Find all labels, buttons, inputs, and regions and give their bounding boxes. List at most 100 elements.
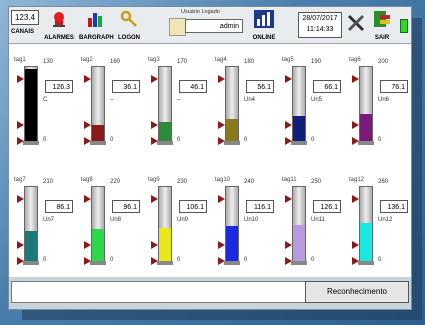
gauge-name: tag7 xyxy=(14,177,26,183)
gauge-tag11: tag11 250 0 126.1 Un11 xyxy=(280,177,344,287)
gauge-tube xyxy=(158,66,172,143)
tools-button[interactable] xyxy=(344,9,368,41)
gauge-max-label: 170 xyxy=(177,59,188,65)
gauge-bulb xyxy=(358,261,374,265)
alarm-limit-marker-icon xyxy=(84,121,91,129)
gauge-min-label: 0 xyxy=(110,137,114,143)
gauge-max-label: 130 xyxy=(43,59,54,65)
gauge-bulb xyxy=(291,141,307,145)
gauge-value-field[interactable]: 56.1 xyxy=(246,80,274,93)
alarm-limit-marker-icon xyxy=(151,121,158,129)
status-indicator-icon xyxy=(400,19,408,33)
gauge-name: tag6 xyxy=(349,57,361,63)
gauge-value-field[interactable]: 126.3 xyxy=(45,80,73,93)
gauge-tube xyxy=(292,66,306,143)
logon-label: LOGON xyxy=(118,35,140,41)
gauge-tube xyxy=(292,186,306,263)
gauge-name: tag10 xyxy=(215,177,231,183)
gauge-unit-label: C xyxy=(43,97,48,103)
date-label: 28/07/2017 xyxy=(302,15,338,22)
alarm-limit-marker-icon xyxy=(84,257,91,265)
alarm-limit-marker-icon xyxy=(352,75,359,83)
channel-counter: 123.4 xyxy=(11,10,39,25)
gauge-bulb xyxy=(23,261,39,265)
online-button[interactable]: ONLINE xyxy=(249,9,279,41)
gauge-unit-label: Un8 xyxy=(110,217,122,223)
gauge-min-label: 0 xyxy=(378,137,382,143)
gauge-tag8: tag8 220 0 96.1 Un8 xyxy=(79,177,143,287)
online-chart-icon xyxy=(254,10,274,28)
gauge-value-field[interactable]: 116.1 xyxy=(246,200,274,213)
gauge-bulb xyxy=(157,141,173,145)
alarm-limit-marker-icon xyxy=(84,137,91,145)
gauge-name: tag9 xyxy=(148,177,160,183)
alarm-limit-marker-icon xyxy=(218,195,225,203)
online-label: ONLINE xyxy=(252,35,276,41)
gauge-tube xyxy=(359,186,373,263)
gauge-level-fill xyxy=(25,69,37,142)
alarm-limit-marker-icon xyxy=(17,121,24,129)
gauge-value-field[interactable]: 96.1 xyxy=(112,200,140,213)
gauge-min-label: 0 xyxy=(244,137,248,143)
gauge-tag7: tag7 210 0 86.1 Un7 xyxy=(12,177,76,287)
gauge-unit-label: Un9 xyxy=(177,217,189,223)
alarm-limit-marker-icon xyxy=(352,137,359,145)
gauge-tube xyxy=(158,186,172,263)
gauge-bulb xyxy=(224,141,240,145)
gauge-min-label: 0 xyxy=(177,257,181,263)
gauge-level-fill xyxy=(25,231,37,262)
gauge-name: tag12 xyxy=(349,177,365,183)
alarmes-button[interactable]: ALARMES xyxy=(42,9,76,41)
exit-icon xyxy=(374,11,390,27)
gauge-unit-label: Un12 xyxy=(378,217,393,223)
gauge-name: tag2 xyxy=(81,57,93,63)
gauge-min-label: 0 xyxy=(378,257,382,263)
gauge-level-fill xyxy=(360,113,372,142)
status-message-field xyxy=(11,281,307,303)
sair-button[interactable]: SAIR xyxy=(369,9,395,41)
gauge-level-fill xyxy=(293,224,305,262)
gauge-value-field[interactable]: 106.1 xyxy=(179,200,207,213)
gauge-tube xyxy=(24,66,38,143)
gauge-bulb xyxy=(358,141,374,145)
key-icon xyxy=(120,10,137,27)
tools-icon xyxy=(347,14,365,32)
alarm-limit-marker-icon xyxy=(218,75,225,83)
gauge-min-label: 0 xyxy=(43,257,47,263)
gauge-value-field[interactable]: 36.1 xyxy=(112,80,140,93)
gauge-unit-label: Un10 xyxy=(244,217,259,223)
gauge-min-label: 0 xyxy=(43,137,47,143)
alarm-limit-marker-icon xyxy=(285,241,292,249)
alarm-limit-marker-icon xyxy=(84,241,91,249)
gauge-value-field[interactable]: 76.1 xyxy=(380,80,408,93)
gauge-level-fill xyxy=(293,115,305,142)
alarm-limit-marker-icon xyxy=(285,195,292,203)
gauge-unit-label: Un7 xyxy=(43,217,55,223)
alarm-limit-marker-icon xyxy=(285,137,292,145)
gauge-value-field[interactable]: 86.1 xyxy=(45,200,73,213)
logon-button[interactable]: LOGON xyxy=(115,9,143,41)
alarm-limit-marker-icon xyxy=(17,257,24,265)
gauge-name: tag4 xyxy=(215,57,227,63)
gauge-max-label: 230 xyxy=(177,179,188,185)
gauge-min-label: 0 xyxy=(244,257,248,263)
gauge-max-label: 260 xyxy=(378,179,389,185)
gauge-tube xyxy=(91,66,105,143)
gauge-tag2: tag2 160 0 36.1 -- xyxy=(79,57,143,167)
gauge-value-field[interactable]: 126.1 xyxy=(313,200,341,213)
gauge-max-label: 190 xyxy=(311,59,322,65)
usuario-field: admin xyxy=(185,19,243,33)
bargraph-button[interactable]: BARGRAPH xyxy=(79,9,114,41)
alarm-limit-marker-icon xyxy=(352,121,359,129)
canais-button[interactable]: CANAIS xyxy=(11,29,34,35)
gauge-value-field[interactable]: 136.1 xyxy=(380,200,408,213)
gauge-value-field[interactable]: 46.1 xyxy=(179,80,207,93)
time-label: 11:14:33 xyxy=(306,26,334,33)
gauge-unit-label: -- xyxy=(110,97,114,103)
gauge-max-label: 160 xyxy=(110,59,121,65)
alarm-limit-marker-icon xyxy=(151,137,158,145)
gauge-value-field[interactable]: 66.1 xyxy=(313,80,341,93)
alarm-limit-marker-icon xyxy=(352,257,359,265)
gauge-unit-label: Un4 xyxy=(244,97,256,103)
acknowledge-button[interactable]: Reconhecimento xyxy=(305,281,409,303)
